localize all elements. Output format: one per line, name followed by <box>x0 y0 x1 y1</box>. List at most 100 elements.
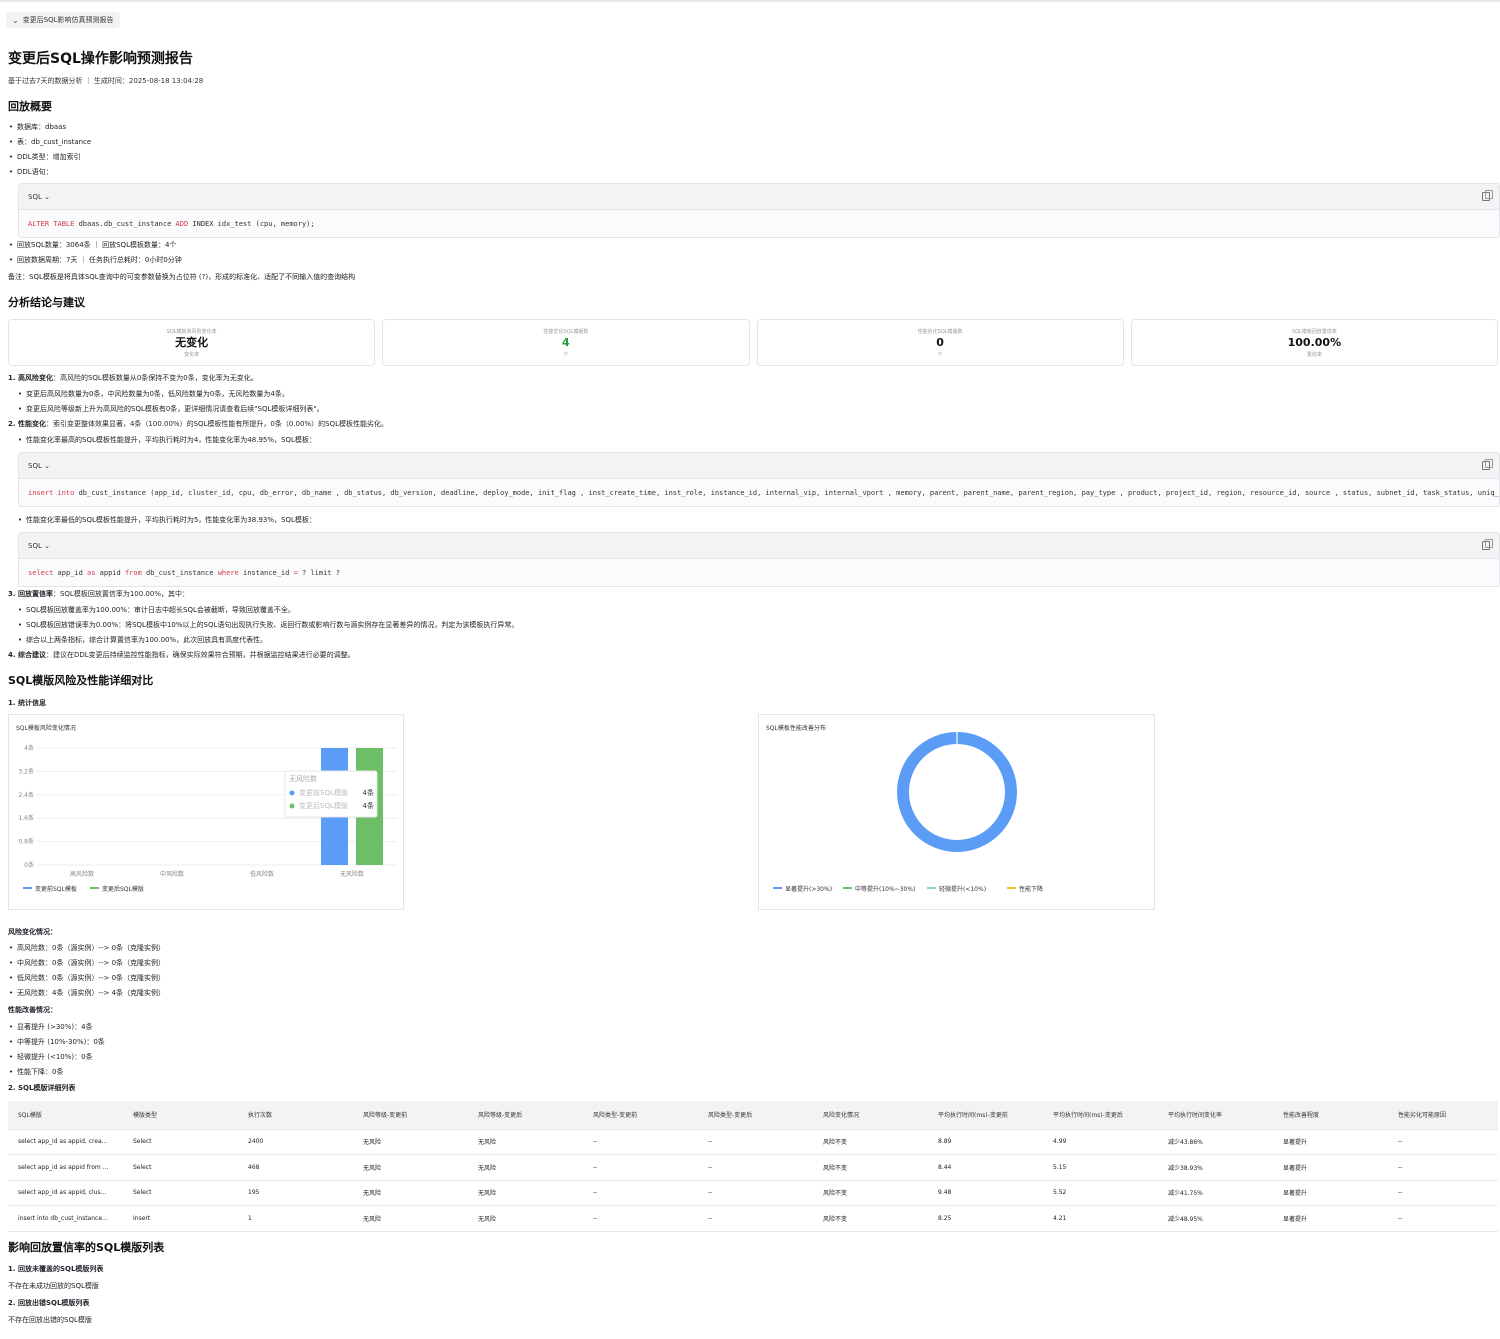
table-cell: Insert <box>123 1205 238 1232</box>
table-cell: -- <box>583 1205 698 1232</box>
copy-icon[interactable] <box>1482 459 1493 470</box>
column-header[interactable]: 风险等级-变更前 <box>353 1101 468 1130</box>
point-title: 2. 性能变化 <box>8 420 46 428</box>
list-item: 性能变化率最高的SQL模板性能提升，平均执行耗时为4，性能变化率为48.95%，… <box>8 433 1498 448</box>
column-header[interactable]: 平均执行时间(ms)-变更前 <box>928 1101 1043 1130</box>
table-cell: 8.25 <box>928 1205 1043 1232</box>
table-cell: -- <box>1388 1205 1498 1232</box>
table-cell: 显著提升 <box>1273 1205 1388 1232</box>
x-tick-label: 低风险数 <box>250 870 274 878</box>
tooltip-title: 无风险数 <box>289 774 317 783</box>
details-heading: SQL模版风险及性能详细对比 <box>8 674 154 687</box>
list-item: 变更后高风险数量为0条，中风险数量为0条，低风险数量为0条，无风险数量为4条。 <box>8 387 1498 402</box>
legend-label[interactable]: 显著提升(>30%) <box>785 885 832 893</box>
chevron-down-icon: ⌄ <box>12 15 19 25</box>
x-tick-label: 高风险数 <box>70 870 94 878</box>
card-value: 4 <box>562 335 570 349</box>
card-unit: 个 <box>937 351 943 358</box>
table-cell: 无风险 <box>353 1129 468 1155</box>
column-header[interactable]: 风险类型-变更后 <box>698 1101 813 1130</box>
list-item: DDL语句： <box>8 165 608 180</box>
list-item: 性能变化率最低的SQL模板性能提升，平均执行耗时为5，性能变化率为38.93%，… <box>8 513 1008 528</box>
template-table-wrapper: SQL模版 模版类型 执行次数 风险等级-变更前 风险等级-变更后 风险类型-变… <box>8 1101 1498 1232</box>
table-cell: -- <box>698 1205 813 1232</box>
copy-icon[interactable] <box>1482 190 1493 201</box>
perf-change-list: 显著提升 (>30%)：4条 中等提升 (10%-30%)：0条 轻微提升 (<… <box>8 1020 608 1080</box>
point-title: 4. 综合建议 <box>8 651 46 659</box>
perf-change-heading: 性能改善情况： <box>8 1006 57 1014</box>
replay-heading: 影响回放置信率的SQL模版列表 <box>8 1241 165 1254</box>
table-cell: 无风险 <box>353 1205 468 1232</box>
column-header[interactable]: 执行次数 <box>238 1101 353 1130</box>
risk-change-list: 高风险数：0条（源实例）--> 0条（克隆实例） 中风险数：0条（源实例）-->… <box>8 941 608 1001</box>
list-item: 轻微提升 (<10%)：0条 <box>8 1050 608 1065</box>
table-cell: Select <box>123 1180 238 1206</box>
point-text: ：索引变更整体效果显著，4条（100.00%）的SQL模板性能有所提升，0条（0… <box>45 420 388 428</box>
copy-icon[interactable] <box>1482 539 1493 550</box>
table-cell: 无风险 <box>353 1154 468 1181</box>
table-cell: -- <box>583 1180 698 1206</box>
tooltip-series: 变更后SQL模版 <box>299 801 348 810</box>
uncovered-text: 不存在未成功回放的SQL模版 <box>8 1282 99 1290</box>
list-item: 表：db_cust_instance <box>8 135 608 150</box>
table-cell: 显著提升 <box>1273 1129 1388 1155</box>
risk-bar-chart: SQL模板风险变化情况 0条 0.8条 1.6条 2.4条 3.2条 4条 高风险数 中风险数… <box>8 714 404 910</box>
column-header[interactable]: 风险等级-变更后 <box>468 1101 583 1130</box>
table-cell: 显著提升 <box>1273 1180 1388 1206</box>
code-lang-toggle[interactable]: SQL ⌄ <box>28 462 50 470</box>
legend-label[interactable]: 中等提升(10%~30%) <box>855 885 915 893</box>
overview-list: 数据库：dbaas 表：db_cust_instance DDL类型：增加索引 … <box>8 120 608 180</box>
column-header[interactable]: 性能改善程度 <box>1273 1101 1388 1130</box>
code-lang-toggle[interactable]: SQL ⌄ <box>28 542 50 550</box>
column-header[interactable]: 模版类型 <box>123 1101 238 1130</box>
y-tick-label: 2.4条 <box>18 791 34 799</box>
report-collapse-toggle[interactable]: ⌄ 变更后SQL影响仿真预测报告 <box>6 12 120 28</box>
report-meta: 基于过去7天的数据分析 ｜ 生成时间：2025-08-18 13:04:28 <box>8 77 204 85</box>
table-cell: -- <box>698 1129 813 1155</box>
table-row[interactable]: select app_id as appid, crea... Select 240… <box>8 1129 1498 1155</box>
page-title: 变更后SQL操作影响预测报告 <box>8 51 193 67</box>
table-cell: 8.89 <box>928 1129 1043 1155</box>
card-label: 性能劣化SQL模版数 <box>917 328 963 335</box>
table-cell: Select <box>123 1129 238 1155</box>
y-tick-label: 3.2条 <box>18 767 34 775</box>
table-row[interactable]: insert into db_cust_instance... Insert 1 无风… <box>8 1205 1498 1232</box>
code-header: SQL ⌄ <box>19 453 1499 479</box>
table-cell: -- <box>698 1180 813 1206</box>
y-tick-label: 1.6条 <box>18 814 34 822</box>
point-title: 1. 高风险变化 <box>8 374 53 382</box>
list-item: 综合以上两条指标，综合计算置信率为100.00%，此次回放具有高度代表性。 <box>8 633 1498 648</box>
table-cell: 无风险 <box>468 1205 583 1232</box>
performance-donut-chart: SQL模板性能改善分布 显著提升(>30%) 中等提升(10%~30%) 轻微提升(… <box>758 714 1155 910</box>
code-lang-toggle[interactable]: SQL ⌄ <box>28 193 50 201</box>
table-row[interactable]: select app_id as appid, clus... Select 195… <box>8 1180 1498 1206</box>
column-header[interactable]: 风险变化情况 <box>813 1101 928 1130</box>
table-cell: -- <box>1388 1129 1498 1155</box>
donut-slice[interactable] <box>897 732 1017 852</box>
list-item: 无风险数：4条（源实例）--> 4条（克隆实例） <box>8 986 608 1001</box>
column-header[interactable]: 平均执行时间变化率 <box>1158 1101 1273 1130</box>
table-cell: 风险不变 <box>813 1129 928 1155</box>
legend-label[interactable]: 变更前SQL模板 <box>35 885 77 893</box>
list-item: 回放数据周期：7天 ｜ 任务执行总耗时：0小时0分钟 <box>8 253 608 268</box>
legend-label[interactable]: 性能下降 <box>1019 885 1043 893</box>
column-header[interactable]: 性能劣化可能原因 <box>1388 1101 1498 1130</box>
column-header[interactable]: 平均执行时间(ms)-变更后 <box>1043 1101 1158 1130</box>
donut-chart-svg: 显著提升(>30%) 中等提升(10%~30%) 轻微提升(<10%) 性能下降 <box>773 732 1043 893</box>
point-title: 3. 回放置信率 <box>8 590 53 598</box>
legend-label[interactable]: 轻微提升(<10%) <box>939 885 986 893</box>
table-cell: 8.44 <box>928 1154 1043 1181</box>
table-cell: 4.99 <box>1043 1129 1158 1155</box>
column-header[interactable]: 风险类型-变更前 <box>583 1101 698 1130</box>
list-item: SQL模板回放覆盖率为100.00%：审计日志中超长SQL会被截断，导致回放覆盖… <box>8 603 1498 618</box>
table-cell: select app_id as appid, crea... <box>8 1129 123 1155</box>
table-row[interactable]: select app_id as appid from ... Select 468… <box>8 1154 1498 1181</box>
column-header[interactable]: SQL模版 <box>8 1101 123 1130</box>
legend-swatch <box>23 887 32 889</box>
code-header: SQL ⌄ <box>19 184 1499 210</box>
table-cell: 9.48 <box>928 1180 1043 1206</box>
legend-label[interactable]: 变更后SQL模版 <box>102 885 144 893</box>
table-cell: -- <box>583 1129 698 1155</box>
list-item: 回放SQL数量：3064条 ｜ 回放SQL模板数量：4个 <box>8 238 608 253</box>
legend-swatch <box>927 887 936 889</box>
